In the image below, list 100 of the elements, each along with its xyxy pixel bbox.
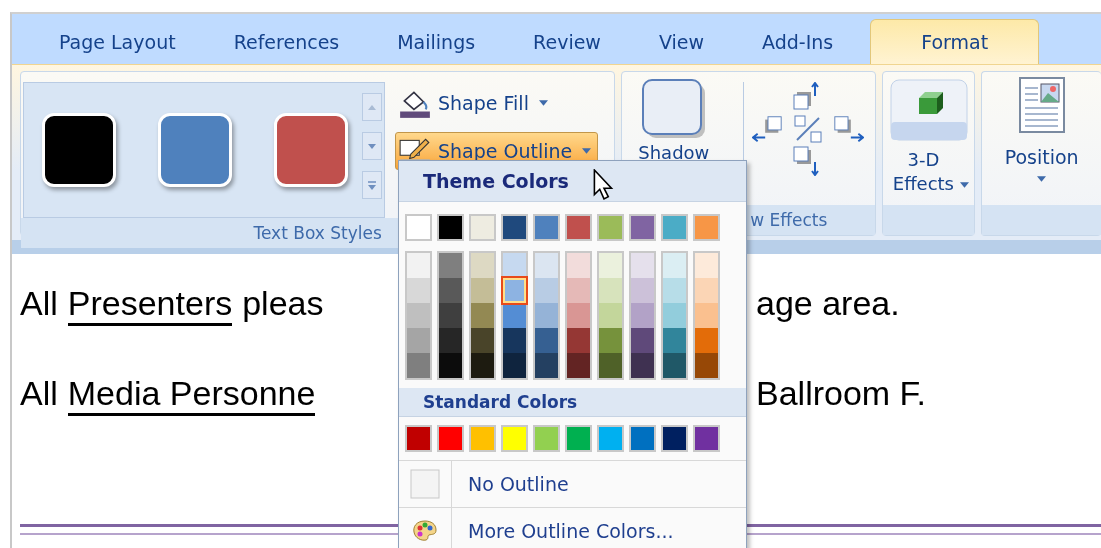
color-swatch[interactable] xyxy=(503,328,526,353)
color-swatch[interactable] xyxy=(599,328,622,353)
color-swatch[interactable] xyxy=(599,303,622,328)
shadow-toggle-icon[interactable] xyxy=(792,114,825,144)
color-swatch[interactable] xyxy=(695,303,718,328)
color-swatch[interactable] xyxy=(663,278,686,303)
color-swatch[interactable] xyxy=(535,278,558,303)
color-swatch[interactable] xyxy=(535,328,558,353)
empty-square-icon xyxy=(410,469,440,499)
color-swatch[interactable] xyxy=(631,328,654,353)
color-swatch[interactable] xyxy=(503,216,526,239)
color-swatch[interactable] xyxy=(407,216,430,239)
color-swatch[interactable] xyxy=(503,303,526,328)
color-swatch[interactable] xyxy=(663,303,686,328)
ribbon-tab[interactable]: Mailings xyxy=(368,20,505,64)
color-swatch[interactable] xyxy=(599,216,622,239)
style-swatch[interactable] xyxy=(274,113,348,187)
color-swatch[interactable] xyxy=(535,427,558,450)
color-swatch[interactable] xyxy=(663,253,686,278)
color-swatch[interactable] xyxy=(471,253,494,278)
color-swatch[interactable] xyxy=(503,427,526,450)
nudge-right-icon[interactable] xyxy=(832,114,865,144)
color-swatch[interactable] xyxy=(407,278,430,303)
color-swatch[interactable] xyxy=(599,253,622,278)
color-swatch[interactable] xyxy=(439,353,462,378)
ribbon-tab[interactable]: Review xyxy=(504,20,630,64)
color-swatch[interactable] xyxy=(567,278,590,303)
color-swatch[interactable] xyxy=(695,353,718,378)
color-swatch[interactable] xyxy=(663,328,686,353)
shadow-button[interactable]: Shadow xyxy=(638,78,710,163)
color-swatch[interactable] xyxy=(567,353,590,378)
color-swatch[interactable] xyxy=(471,216,494,239)
color-swatch[interactable] xyxy=(439,253,462,278)
color-swatch[interactable] xyxy=(695,216,718,239)
color-swatch[interactable] xyxy=(631,253,654,278)
color-swatch[interactable] xyxy=(471,303,494,328)
color-swatch[interactable] xyxy=(471,328,494,353)
color-swatch[interactable] xyxy=(695,253,718,278)
color-swatch[interactable] xyxy=(567,328,590,353)
mouse-pointer-icon xyxy=(593,169,615,201)
menu-item[interactable]: No Outline xyxy=(399,461,746,508)
color-swatch[interactable] xyxy=(631,216,654,239)
color-swatch[interactable] xyxy=(631,353,654,378)
color-swatch[interactable] xyxy=(599,427,622,450)
color-swatch[interactable] xyxy=(407,427,430,450)
color-swatch[interactable] xyxy=(567,427,590,450)
ribbon-tab[interactable]: Format xyxy=(870,19,1040,64)
color-swatch[interactable] xyxy=(599,278,622,303)
color-swatch[interactable] xyxy=(471,353,494,378)
rounded-square-icon xyxy=(640,78,707,140)
color-swatch[interactable] xyxy=(631,303,654,328)
nudge-left-icon[interactable] xyxy=(752,114,785,144)
color-swatch[interactable] xyxy=(439,278,462,303)
shape-fill-button[interactable]: Shape Fill xyxy=(395,84,599,122)
color-swatch[interactable] xyxy=(407,303,430,328)
color-swatch[interactable] xyxy=(439,427,462,450)
color-swatch[interactable] xyxy=(567,303,590,328)
color-swatch[interactable] xyxy=(535,253,558,278)
color-swatch[interactable] xyxy=(535,353,558,378)
color-swatch[interactable] xyxy=(439,303,462,328)
color-swatch[interactable] xyxy=(439,216,462,239)
color-swatch[interactable] xyxy=(407,353,430,378)
3d-effects-button[interactable]: 3-D Effects xyxy=(883,78,974,196)
document-text: All xyxy=(20,284,58,324)
color-swatch[interactable] xyxy=(631,278,654,303)
color-swatch[interactable] xyxy=(407,253,430,278)
ribbon-tab[interactable]: Add-Ins xyxy=(733,20,863,64)
color-swatch[interactable] xyxy=(599,353,622,378)
ribbon-tab[interactable]: View xyxy=(629,20,733,64)
color-swatch[interactable] xyxy=(631,427,654,450)
color-swatch[interactable] xyxy=(439,328,462,353)
color-swatch[interactable] xyxy=(695,328,718,353)
color-swatch[interactable] xyxy=(663,353,686,378)
ribbon-tab[interactable]: Page Layout xyxy=(30,20,205,64)
color-swatch[interactable] xyxy=(503,278,526,303)
color-swatch[interactable] xyxy=(471,278,494,303)
menu-item[interactable]: More Outline Colors... xyxy=(399,508,746,548)
color-swatch[interactable] xyxy=(663,216,686,239)
menu-section-header: Standard Colors xyxy=(399,388,746,417)
document-text: age area. xyxy=(756,284,900,323)
position-button[interactable]: Position xyxy=(1004,76,1079,182)
document-text: All xyxy=(20,374,58,414)
color-swatch[interactable] xyxy=(663,427,686,450)
color-swatch[interactable] xyxy=(503,253,526,278)
document-text: pleas xyxy=(242,284,324,324)
button-label: 3-D Effects xyxy=(891,148,955,196)
color-swatch[interactable] xyxy=(503,353,526,378)
color-swatch[interactable] xyxy=(695,278,718,303)
document-picture-icon xyxy=(1017,76,1066,134)
style-swatch[interactable] xyxy=(158,113,232,187)
ribbon-tab[interactable]: References xyxy=(204,20,369,64)
caret-icon xyxy=(1037,176,1047,182)
color-swatch[interactable] xyxy=(535,216,558,239)
style-swatch[interactable] xyxy=(42,113,116,187)
color-swatch[interactable] xyxy=(567,216,590,239)
color-swatch[interactable] xyxy=(535,303,558,328)
color-swatch[interactable] xyxy=(407,328,430,353)
color-swatch[interactable] xyxy=(695,427,718,450)
color-swatch[interactable] xyxy=(471,427,494,450)
color-swatch[interactable] xyxy=(567,253,590,278)
